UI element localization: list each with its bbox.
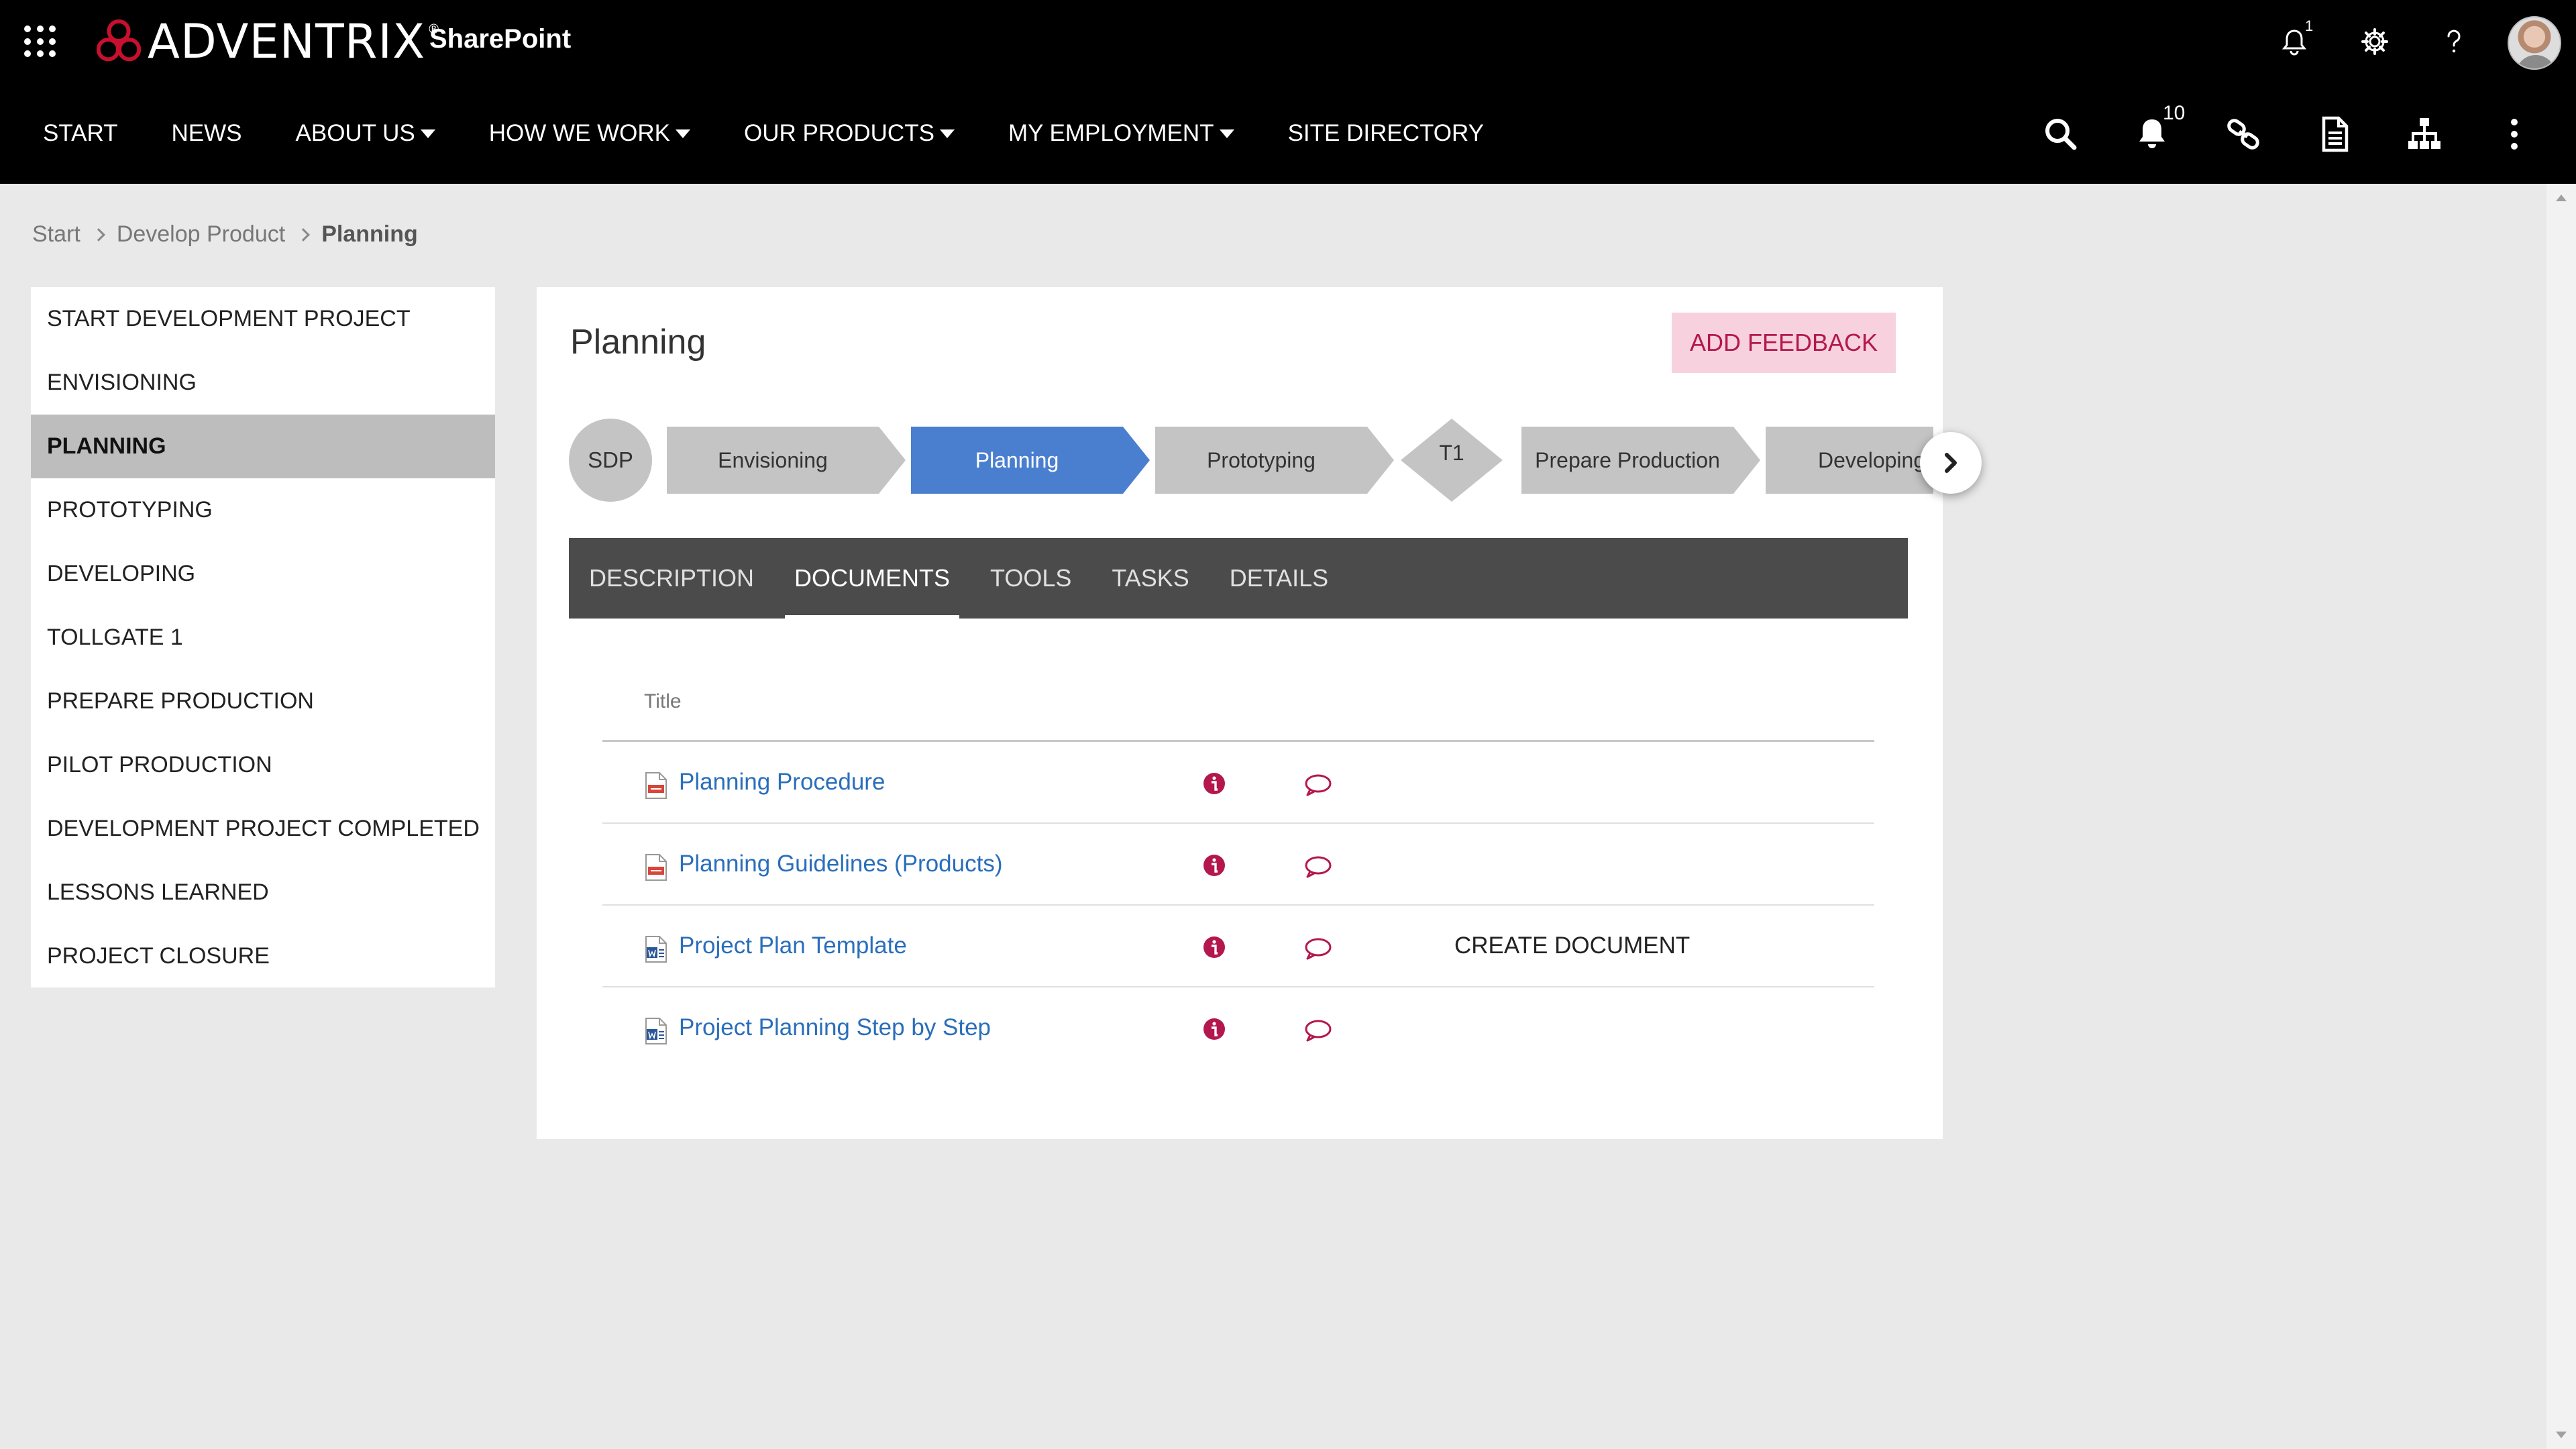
sidebar-item-developing[interactable]: DEVELOPING [31,542,495,606]
tab-documents[interactable]: DOCUMENTS [785,538,960,619]
page-scrollbar[interactable] [2546,184,2576,1449]
nav-item-label: OUR PRODUCTS [744,120,934,146]
pdf-file-icon [644,853,668,881]
caret-down-icon [676,129,691,138]
chevron-right-icon [1945,453,1957,473]
word-file-icon [644,935,668,963]
suite-bar: ADVENTRIX ® SharePoint 1 [0,0,2576,83]
caret-down-icon [1219,129,1234,138]
documents-table: Title Planning Procedure Planning Guideli… [602,663,1874,1069]
alert-count-badge: 10 [2163,102,2186,124]
nav-item-news[interactable]: NEWS [172,120,242,147]
process-step-planning[interactable]: Planning [911,427,1150,494]
sidebar-item-tollgate-1[interactable]: TOLLGATE 1 [31,606,495,669]
add-feedback-button[interactable]: ADD FEEDBACK [1672,313,1896,373]
notification-count-badge: 1 [2305,17,2314,34]
table-row: Planning Guidelines (Products) [602,824,1874,906]
comment-icon[interactable] [1303,771,1334,798]
scroll-up-arrow-icon[interactable] [2556,195,2567,201]
caret-down-icon [939,129,955,138]
sitemap-icon[interactable] [2403,113,2446,156]
main-panel: Planning ADD FEEDBACK SDP Envisioning Pl… [537,287,1982,1139]
sidebar-item-planning[interactable]: PLANNING [31,415,495,478]
nav-item-how-we-work[interactable]: HOW WE WORK [488,120,691,147]
comment-icon[interactable] [1303,1017,1334,1044]
sidebar-item-project-closure[interactable]: PROJECT CLOSURE [31,924,495,988]
nav-item-site-directory[interactable]: SITE DIRECTORY [1288,120,1484,147]
nav-item-label: MY EMPLOYMENT [1008,120,1214,146]
content-tabs: DESCRIPTION DOCUMENTS TOOLS TASKS DETAILS [569,538,1908,619]
document-icon[interactable] [2313,113,2356,156]
search-icon[interactable] [2039,113,2082,156]
process-step-prepare-production[interactable]: Prepare Production [1521,427,1760,494]
sidebar-item-prepare-production[interactable]: PREPARE PRODUCTION [31,669,495,733]
nav-menu: START NEWS ABOUT US HOW WE WORK OUR PRODUCTS… [43,83,1538,184]
brand-logo[interactable]: ADVENTRIX ® [93,11,439,72]
sidebar-item-pilot-production[interactable]: PILOT PRODUCTION [31,733,495,797]
more-icon[interactable] [2493,113,2536,156]
nav-item-my-employment[interactable]: MY EMPLOYMENT [1008,120,1234,147]
sidebar-item-envisioning[interactable]: ENVISIONING [31,351,495,415]
comment-icon[interactable] [1303,935,1334,962]
sidebar-item-lessons-learned[interactable]: LESSONS LEARNED [31,861,495,924]
help-icon[interactable] [2435,23,2473,60]
process-start-sdp[interactable]: SDP [569,419,652,502]
page-title: Planning [570,323,706,362]
nav-item-label: HOW WE WORK [488,120,671,146]
nav-item-about-us[interactable]: ABOUT US [296,120,435,147]
process-side-navigation: START DEVELOPMENT PROJECT ENVISIONING PLAN… [31,287,495,987]
info-icon[interactable] [1202,1017,1226,1041]
document-link-planning-guidelines-products[interactable]: Planning Guidelines (Products) [679,851,1002,877]
process-step-prototyping[interactable]: Prototyping [1155,427,1394,494]
nav-item-label: ABOUT US [295,120,415,146]
global-navigation: START NEWS ABOUT US HOW WE WORK OUR PRODUCTS… [0,83,2576,184]
sidebar-item-prototyping[interactable]: PROTOTYPING [31,478,495,542]
document-link-project-planning-step-by-step[interactable]: Project Planning Step by Step [679,1014,991,1041]
document-link-planning-procedure[interactable]: Planning Procedure [679,769,885,796]
sidebar-item-development-project-completed[interactable]: DEVELOPMENT PROJECT COMPLETED [31,797,495,861]
word-file-icon [644,1017,668,1045]
scroll-down-arrow-icon[interactable] [2556,1432,2567,1438]
tab-details[interactable]: DETAILS [1220,538,1338,619]
info-icon[interactable] [1202,935,1226,959]
table-row: Project Plan Template CREATE DOCUMENT [602,906,1874,987]
user-avatar[interactable] [2508,16,2561,70]
tab-tasks[interactable]: TASKS [1102,538,1198,619]
chevron-right-icon [91,227,105,241]
adventrix-logo-icon [96,19,142,62]
waffle-icon[interactable] [24,25,56,58]
breadcrumb-current: Planning [321,221,418,247]
chevron-right-icon [297,227,311,241]
nav-item-label: SITE DIRECTORY [1287,120,1484,146]
process-gate-t1[interactable]: T1 [1401,419,1503,502]
table-row: Planning Procedure [602,742,1874,824]
breadcrumb: Start Develop Product Planning [32,221,418,248]
nav-item-start[interactable]: START [43,120,118,147]
link-icon[interactable] [2222,113,2265,156]
info-icon[interactable] [1202,853,1226,877]
brand-name: ADVENTRIX [148,14,426,69]
document-link-project-plan-template[interactable]: Project Plan Template [679,932,907,959]
nav-item-our-products[interactable]: OUR PRODUCTS [744,120,955,147]
app-title[interactable]: SharePoint [429,24,571,54]
column-header-title[interactable]: Title [602,663,1874,742]
tab-description[interactable]: DESCRIPTION [580,538,763,619]
breadcrumb-start[interactable]: Start [32,221,80,248]
tab-tools[interactable]: TOOLS [981,538,1081,619]
process-next-button[interactable] [1920,432,1982,494]
info-icon[interactable] [1202,771,1226,796]
table-row: Project Planning Step by Step [602,987,1874,1069]
breadcrumb-develop-product[interactable]: Develop Product [117,221,285,248]
pdf-file-icon [644,771,668,800]
nav-item-label: START [43,120,118,146]
process-step-envisioning[interactable]: Envisioning [667,427,906,494]
caret-down-icon [420,129,435,138]
nav-item-label: NEWS [171,120,242,146]
process-flow: SDP Envisioning Planning Prototyping T1 … [569,419,1982,502]
process-step-developing[interactable]: Developing [1766,427,1933,494]
create-document-button[interactable]: CREATE DOCUMENT [1454,932,1690,959]
gear-icon[interactable] [2356,23,2394,60]
comment-icon[interactable] [1303,853,1334,880]
sidebar-item-start-development-project[interactable]: START DEVELOPMENT PROJECT [31,287,495,351]
